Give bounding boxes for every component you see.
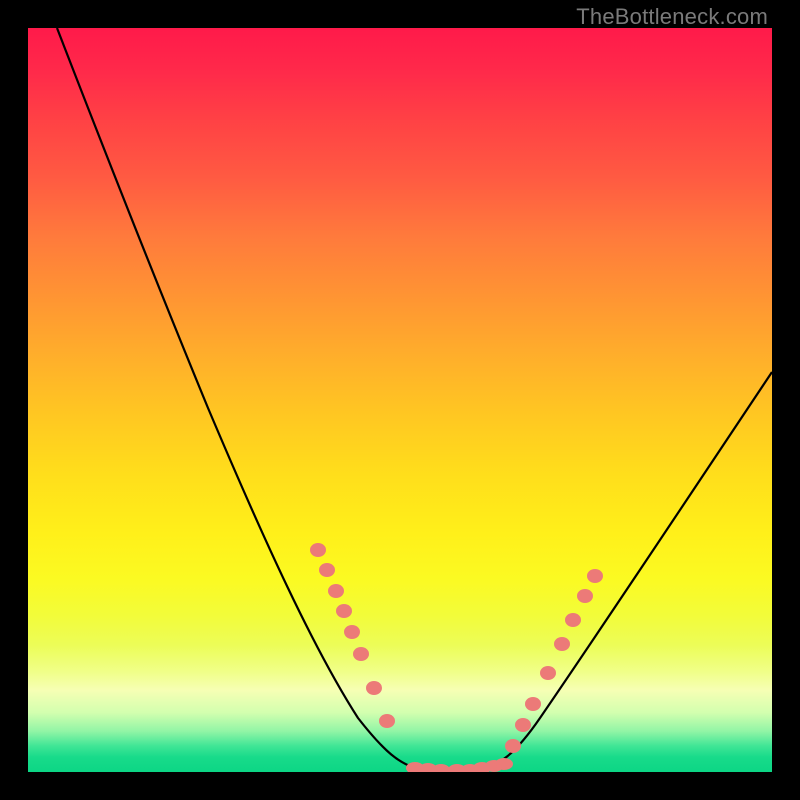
watermark-text: TheBottleneck.com — [576, 4, 768, 30]
plot-area — [28, 28, 772, 772]
chart-frame: TheBottleneck.com — [0, 0, 800, 800]
highlight-dots-right — [505, 569, 603, 753]
highlight-dots-left — [310, 543, 395, 728]
chart-svg — [28, 28, 772, 772]
highlight-dots-bottom — [406, 758, 513, 772]
bottleneck-curve — [57, 28, 772, 771]
